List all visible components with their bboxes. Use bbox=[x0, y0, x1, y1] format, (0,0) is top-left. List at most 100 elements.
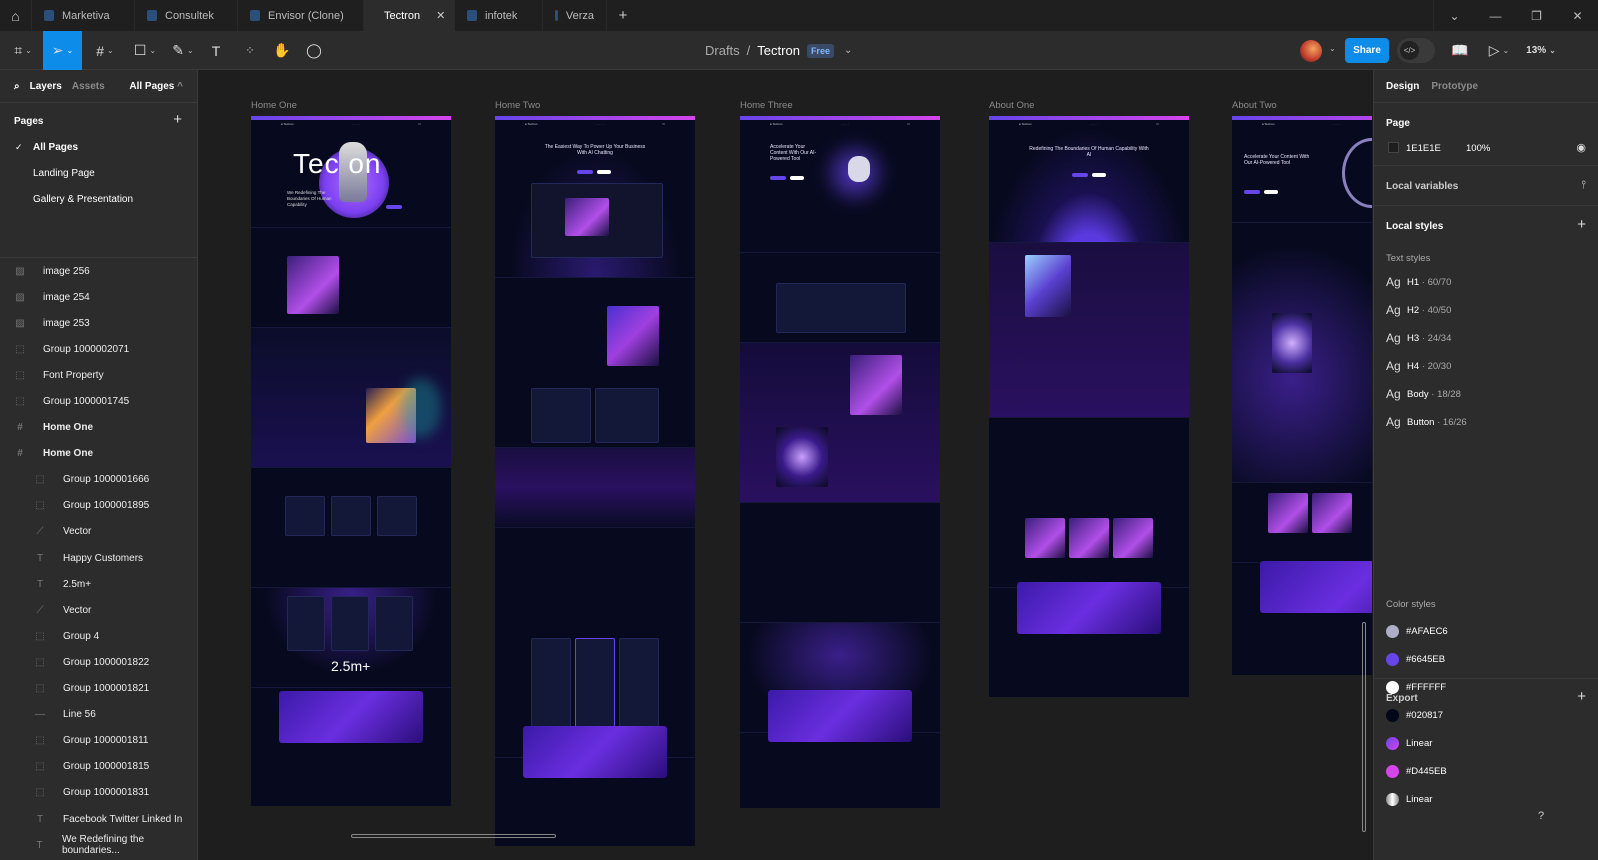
frame-tool-icon[interactable]: # ⌄ bbox=[90, 31, 120, 70]
layer-item[interactable]: ⬚ Group 1000001895 bbox=[0, 493, 197, 519]
close-window-icon[interactable]: ✕ bbox=[1557, 0, 1598, 31]
eye-icon[interactable]: ◉ bbox=[1576, 141, 1586, 154]
solutions-section bbox=[740, 253, 940, 343]
color-style-item[interactable]: #D445EB bbox=[1386, 757, 1586, 785]
layer-item[interactable]: ⟋ Vector bbox=[0, 597, 197, 623]
tab-tectron[interactable]: Tectron ✕ bbox=[364, 0, 455, 31]
layer-item[interactable]: ⟋ Vector bbox=[0, 519, 197, 545]
add-page-icon[interactable]: + bbox=[173, 111, 182, 128]
hand-tool-icon[interactable]: ✋ bbox=[272, 31, 292, 70]
layer-item[interactable]: ⬚ Group 1000001822 bbox=[0, 649, 197, 675]
layer-item[interactable]: T We Redefining the boundaries... bbox=[0, 832, 197, 858]
text-style-item[interactable]: Ag H4 · 20/30 bbox=[1386, 352, 1586, 380]
library-icon[interactable]: 📖 bbox=[1450, 31, 1470, 70]
local-variables-title[interactable]: Local variables bbox=[1386, 181, 1458, 192]
ring-image bbox=[1342, 138, 1372, 208]
layer-item[interactable]: ▨ image 254 bbox=[0, 284, 197, 310]
frame-about-two[interactable]: ● Tectron· · · · ·▭ Accelerate Your Cont… bbox=[1232, 116, 1372, 675]
layer-item[interactable]: T 2.5m+ bbox=[0, 571, 197, 597]
move-tool-icon[interactable]: ➢ ⌄ bbox=[43, 31, 82, 70]
layer-item[interactable]: — Line 56 bbox=[0, 702, 197, 728]
horizontal-scrollbar[interactable] bbox=[351, 834, 556, 838]
layer-item[interactable]: ⬚ Group 1000001815 bbox=[0, 754, 197, 780]
tab-marketiva[interactable]: Marketiva bbox=[32, 0, 135, 31]
present-icon[interactable]: ▷ ⌄ bbox=[1486, 31, 1512, 70]
tab-verza[interactable]: Verza bbox=[543, 0, 607, 31]
resources-icon[interactable]: ⁘ bbox=[240, 31, 260, 70]
layer-item[interactable]: # Home One bbox=[0, 441, 197, 467]
frame-label-about-two[interactable]: About Two bbox=[1232, 100, 1277, 111]
page-item-all-pages[interactable]: All Pages bbox=[33, 142, 78, 153]
frame-home-one[interactable]: ● Tectron · · · · · ▭ Tec on We Redefining… bbox=[251, 116, 451, 806]
page-item-gallery[interactable]: Gallery & Presentation bbox=[33, 194, 133, 205]
vertical-scrollbar[interactable] bbox=[1362, 622, 1366, 832]
color-style-item[interactable]: Linear bbox=[1386, 785, 1586, 813]
comment-tool-icon[interactable]: ◯ bbox=[304, 31, 324, 70]
page-opacity-value[interactable]: 100% bbox=[1466, 143, 1490, 154]
layer-item[interactable]: ▨ image 253 bbox=[0, 310, 197, 336]
page-item-landing-page[interactable]: Landing Page bbox=[33, 168, 95, 179]
frame-label-home-two[interactable]: Home Two bbox=[495, 100, 540, 111]
chevron-down-icon[interactable]: ⌄ bbox=[844, 45, 852, 56]
color-style-item[interactable]: #6645EB bbox=[1386, 645, 1586, 673]
layer-item[interactable]: ⬚ Group 1000001821 bbox=[0, 676, 197, 702]
add-style-icon[interactable]: + bbox=[1577, 216, 1586, 233]
tab-envisor-clone[interactable]: Envisor (Clone) bbox=[238, 0, 364, 31]
dev-mode-toggle[interactable]: </> bbox=[1397, 38, 1435, 63]
layer-item[interactable]: T Happy Customers bbox=[0, 545, 197, 571]
color-style-item[interactable]: #AFAEC6 bbox=[1386, 617, 1586, 645]
zoom-menu[interactable]: 13% ⌄ bbox=[1524, 31, 1558, 70]
layer-item[interactable]: ⬚ Group 1000001811 bbox=[0, 728, 197, 754]
main-menu-icon[interactable]: ⌗ ⌄ bbox=[8, 31, 38, 70]
layer-item[interactable]: ⬚ Group 1000001666 bbox=[0, 467, 197, 493]
frame-about-one[interactable]: ● Tectron · · · · · ▭ Redefining The Bound… bbox=[989, 116, 1189, 697]
share-button[interactable]: Share bbox=[1345, 38, 1389, 63]
page-color-swatch[interactable] bbox=[1388, 142, 1399, 153]
text-style-item[interactable]: Ag Button · 16/26 bbox=[1386, 408, 1586, 436]
layer-item[interactable]: ▨ image 256 bbox=[0, 258, 197, 284]
restore-icon[interactable]: ❐ bbox=[1516, 0, 1557, 31]
layer-item[interactable]: # Home One bbox=[0, 415, 197, 441]
tab-assets[interactable]: Assets bbox=[72, 81, 105, 92]
tab-infotek[interactable]: infotek bbox=[455, 0, 543, 31]
rectangle-tool-icon[interactable]: ☐ ⌄ bbox=[130, 31, 160, 70]
chevron-down-icon[interactable]: ⌄ bbox=[1329, 44, 1336, 53]
frame-label-home-one[interactable]: Home One bbox=[251, 100, 297, 111]
text-tool-icon[interactable]: T bbox=[206, 31, 226, 70]
tab-consultek[interactable]: Consultek bbox=[135, 0, 238, 31]
frame-home-three[interactable]: ● Tectron · · · · · ▭ Accelerate Your Cont… bbox=[740, 116, 940, 808]
search-icon[interactable]: ⌕ bbox=[14, 81, 20, 92]
tab-design[interactable]: Design bbox=[1386, 81, 1419, 92]
close-tab-icon[interactable]: ✕ bbox=[436, 9, 445, 22]
frame-label-about-one[interactable]: About One bbox=[989, 100, 1034, 111]
page-selector[interactable]: All Pages ^ bbox=[129, 81, 183, 92]
pen-tool-icon[interactable]: ✎ ⌄ bbox=[168, 31, 198, 70]
chevron-down-icon[interactable]: ⌄ bbox=[1434, 0, 1475, 31]
color-style-item[interactable]: Linear bbox=[1386, 729, 1586, 757]
frame-label-home-three[interactable]: Home Three bbox=[740, 100, 793, 111]
layer-item[interactable]: ⬚ Font Property bbox=[0, 362, 197, 388]
add-export-icon[interactable]: + bbox=[1577, 688, 1586, 705]
help-button[interactable]: ? bbox=[1530, 805, 1552, 827]
layer-item[interactable]: T Facebook Twitter Linked In bbox=[0, 806, 197, 832]
layer-item[interactable]: ⬚ Group 1000001745 bbox=[0, 388, 197, 414]
layer-item[interactable]: ⬚ Group 4 bbox=[0, 623, 197, 649]
file-name[interactable]: Tectron bbox=[757, 43, 800, 58]
minimize-icon[interactable]: — bbox=[1475, 0, 1516, 31]
canvas[interactable]: Home One ● Tectron · · · · · ▭ Tec on We R… bbox=[199, 70, 1372, 860]
text-style-item[interactable]: Ag H1 · 60/70 bbox=[1386, 268, 1586, 296]
tab-prototype[interactable]: Prototype bbox=[1431, 81, 1478, 92]
text-style-item[interactable]: Ag Body · 18/28 bbox=[1386, 380, 1586, 408]
layer-item[interactable]: ⬚ Group 1000001831 bbox=[0, 780, 197, 806]
text-style-item[interactable]: Ag H2 · 40/50 bbox=[1386, 296, 1586, 324]
home-icon[interactable]: ⌂ bbox=[0, 0, 32, 31]
page-color-value[interactable]: 1E1E1E bbox=[1406, 143, 1441, 154]
text-style-item[interactable]: Ag H3 · 24/34 bbox=[1386, 324, 1586, 352]
tab-layers[interactable]: Layers bbox=[30, 81, 62, 92]
variables-icon[interactable]: ⫯ bbox=[1581, 179, 1586, 192]
new-tab-icon[interactable]: + bbox=[607, 0, 639, 31]
frame-home-two[interactable]: ● Tectron · · · · · ▭ The Easiest Way To P… bbox=[495, 116, 695, 846]
layer-item[interactable]: ⬚ Group 1000002071 bbox=[0, 336, 197, 362]
avatar[interactable] bbox=[1300, 40, 1322, 62]
breadcrumb-drafts[interactable]: Drafts bbox=[705, 43, 740, 58]
